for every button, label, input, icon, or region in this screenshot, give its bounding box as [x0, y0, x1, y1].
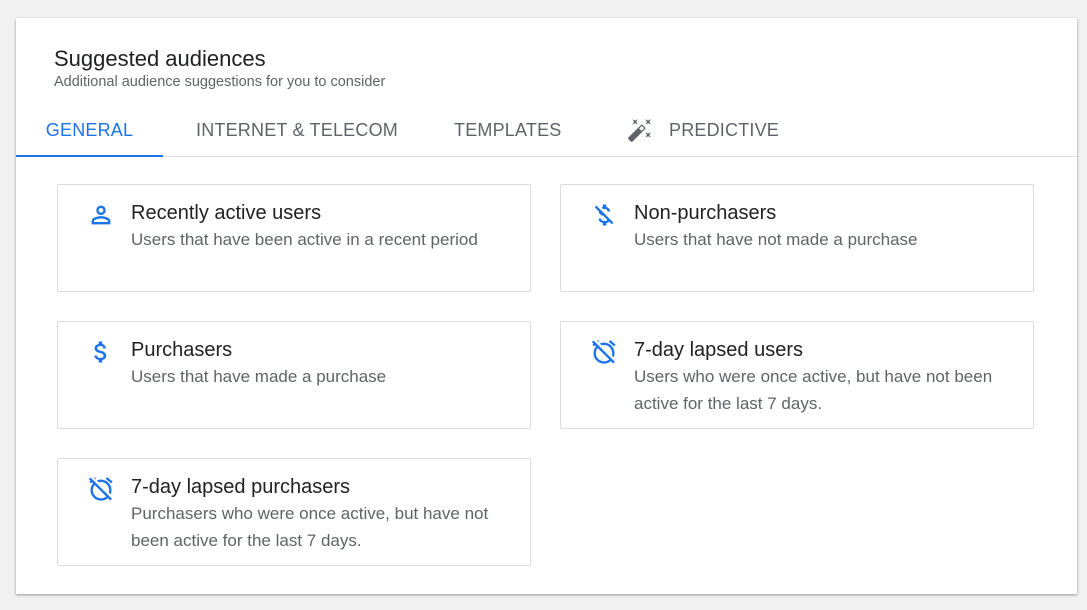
tab-predictive-label: PREDICTIVE — [669, 119, 780, 140]
alarm-off-icon — [87, 475, 115, 503]
card-description: Users that have made a purchase — [131, 367, 387, 386]
magic-wand-icon — [627, 117, 653, 143]
card-title: 7-day lapsed purchasers — [131, 476, 351, 498]
tab-templates[interactable]: TEMPLATES — [454, 104, 562, 156]
card-description: Users who were once active, but have not… — [634, 367, 993, 413]
tab-general-label: GENERAL — [45, 119, 134, 140]
card-title: Purchasers — [131, 339, 233, 361]
audience-card-non-purchasers[interactable]: Non-purchasers Users that have not made … — [560, 184, 1034, 292]
card-description: Users that have not made a purchase — [634, 230, 918, 249]
audience-card-7-day-lapsed-purchasers[interactable]: 7-day lapsed purchasers Purchasers who w… — [57, 458, 531, 566]
panel-title: Suggested audiences — [54, 46, 266, 71]
audience-card-recently-active-users[interactable]: Recently active users Users that have be… — [57, 184, 531, 292]
dollar-icon — [87, 338, 115, 366]
card-title: 7-day lapsed users — [634, 339, 803, 361]
tab-internet-telecom[interactable]: INTERNET & TELECOM — [196, 104, 398, 156]
money-off-icon — [590, 201, 618, 229]
panel-header: Suggested audiences Additional audience … — [54, 46, 385, 91]
audience-card-7-day-lapsed-users[interactable]: 7-day lapsed users Users who were once a… — [560, 321, 1034, 429]
panel-subtitle: Additional audience suggestions for you … — [54, 74, 386, 90]
tab-general[interactable]: GENERAL — [16, 104, 163, 157]
audience-card-purchasers[interactable]: Purchasers Users that have made a purcha… — [57, 321, 531, 429]
alarm-off-icon — [590, 338, 618, 366]
tab-internet-telecom-label: INTERNET & TELECOM — [196, 119, 398, 140]
card-description: Purchasers who were once active, but hav… — [131, 504, 489, 550]
person-icon — [87, 201, 115, 229]
tab-templates-label: TEMPLATES — [454, 119, 562, 140]
tab-predictive[interactable]: PREDICTIVE — [627, 104, 779, 156]
suggested-audiences-panel: Suggested audiences Additional audience … — [16, 18, 1077, 594]
card-title: Non-purchasers — [634, 202, 777, 224]
tab-bar: GENERAL INTERNET & TELECOM TEMPLATES PRE… — [16, 104, 1077, 157]
card-description: Users that have been active in a recent … — [131, 230, 478, 249]
card-title: Recently active users — [131, 202, 322, 224]
active-tab-indicator — [16, 155, 163, 157]
